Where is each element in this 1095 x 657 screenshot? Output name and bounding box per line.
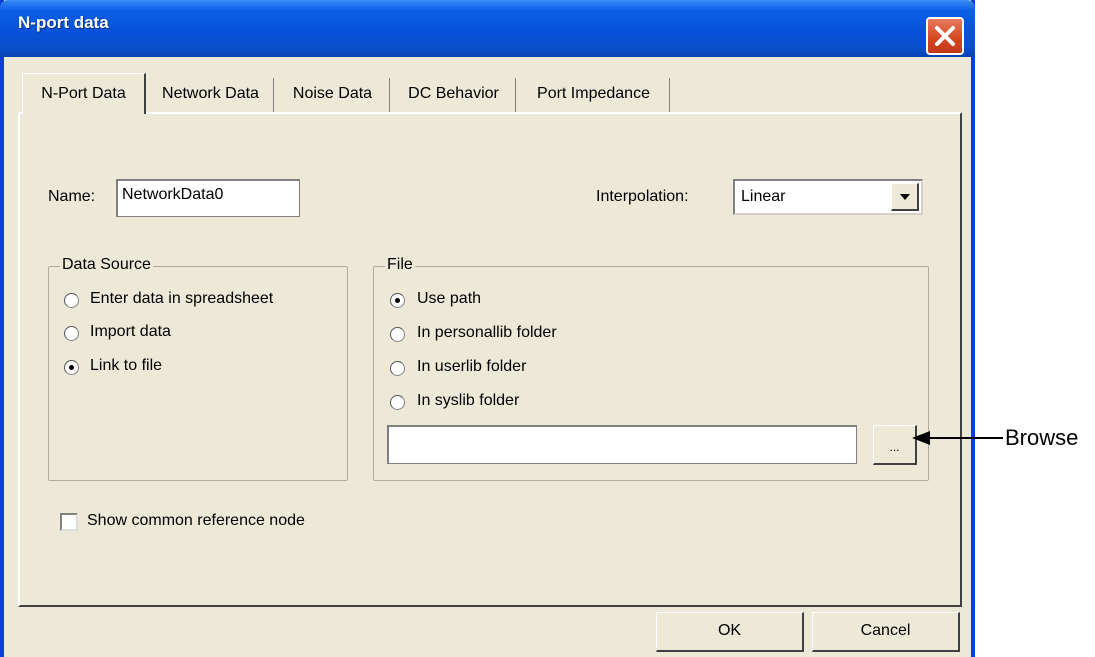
tab-label: Network Data bbox=[162, 85, 259, 102]
radio-use-path[interactable]: Use path bbox=[390, 290, 590, 312]
tab-network-data[interactable]: Network Data bbox=[148, 78, 274, 113]
chevron-down-icon bbox=[900, 194, 910, 200]
name-label: Name: bbox=[48, 188, 96, 205]
tab-label: N-Port Data bbox=[41, 85, 126, 102]
tab-label: Noise Data bbox=[292, 85, 373, 102]
radio-link-to-file[interactable]: Link to file bbox=[64, 357, 264, 379]
dropdown-button[interactable] bbox=[891, 183, 919, 211]
radio-syslib-folder[interactable]: In syslib folder bbox=[390, 392, 610, 414]
radio-button bbox=[64, 293, 79, 308]
interpolation-label: Interpolation: bbox=[596, 188, 689, 205]
cancel-button[interactable]: Cancel bbox=[812, 612, 960, 652]
radio-import-data[interactable]: Import data bbox=[64, 323, 264, 345]
radio-label: Link to file bbox=[90, 357, 163, 374]
close-button[interactable] bbox=[926, 17, 964, 55]
interpolation-select[interactable]: Linear bbox=[733, 179, 923, 215]
close-icon bbox=[935, 26, 955, 46]
radio-label: Import data bbox=[90, 323, 171, 340]
tab-label: Port Impedance bbox=[537, 85, 650, 102]
ok-button[interactable]: OK bbox=[656, 612, 804, 652]
file-path-input[interactable] bbox=[387, 425, 857, 464]
tab-noise-data[interactable]: Noise Data bbox=[276, 78, 390, 113]
window-title: N-port data bbox=[18, 13, 109, 32]
radio-personallib-folder[interactable]: In personallib folder bbox=[390, 324, 640, 346]
annotation-browse-label: Browse bbox=[1005, 425, 1079, 450]
annotation-arrow-icon bbox=[912, 431, 1003, 445]
tab-port-impedance[interactable]: Port Impedance bbox=[518, 78, 670, 113]
checkbox bbox=[60, 513, 78, 531]
radio-label: Enter data in spreadsheet bbox=[90, 290, 274, 307]
radio-userlib-folder[interactable]: In userlib folder bbox=[390, 358, 610, 380]
interpolation-value: Linear bbox=[741, 188, 786, 205]
radio-label: In userlib folder bbox=[417, 358, 527, 375]
radio-button bbox=[390, 327, 405, 342]
data-source-title: Data Source bbox=[60, 256, 153, 274]
radio-button bbox=[390, 361, 405, 376]
radio-enter-data[interactable]: Enter data in spreadsheet bbox=[64, 290, 334, 312]
tab-n-port-data[interactable]: N-Port Data bbox=[22, 73, 146, 114]
radio-button bbox=[64, 326, 79, 341]
radio-label: Use path bbox=[417, 290, 482, 307]
tab-label: DC Behavior bbox=[408, 85, 499, 102]
radio-button-selected bbox=[64, 360, 79, 375]
name-input[interactable]: NetworkData0 bbox=[116, 179, 300, 217]
show-common-reference-node[interactable]: Show common reference node bbox=[60, 512, 360, 534]
title-bar[interactable]: N-port data bbox=[0, 0, 975, 57]
file-group-title: File bbox=[385, 256, 415, 274]
radio-button bbox=[390, 395, 405, 410]
tab-dc-behavior[interactable]: DC Behavior bbox=[392, 78, 516, 113]
checkbox-label: Show common reference node bbox=[87, 512, 305, 529]
radio-label: In personallib folder bbox=[417, 324, 557, 341]
radio-button-selected bbox=[390, 293, 405, 308]
radio-label: In syslib folder bbox=[417, 392, 520, 409]
